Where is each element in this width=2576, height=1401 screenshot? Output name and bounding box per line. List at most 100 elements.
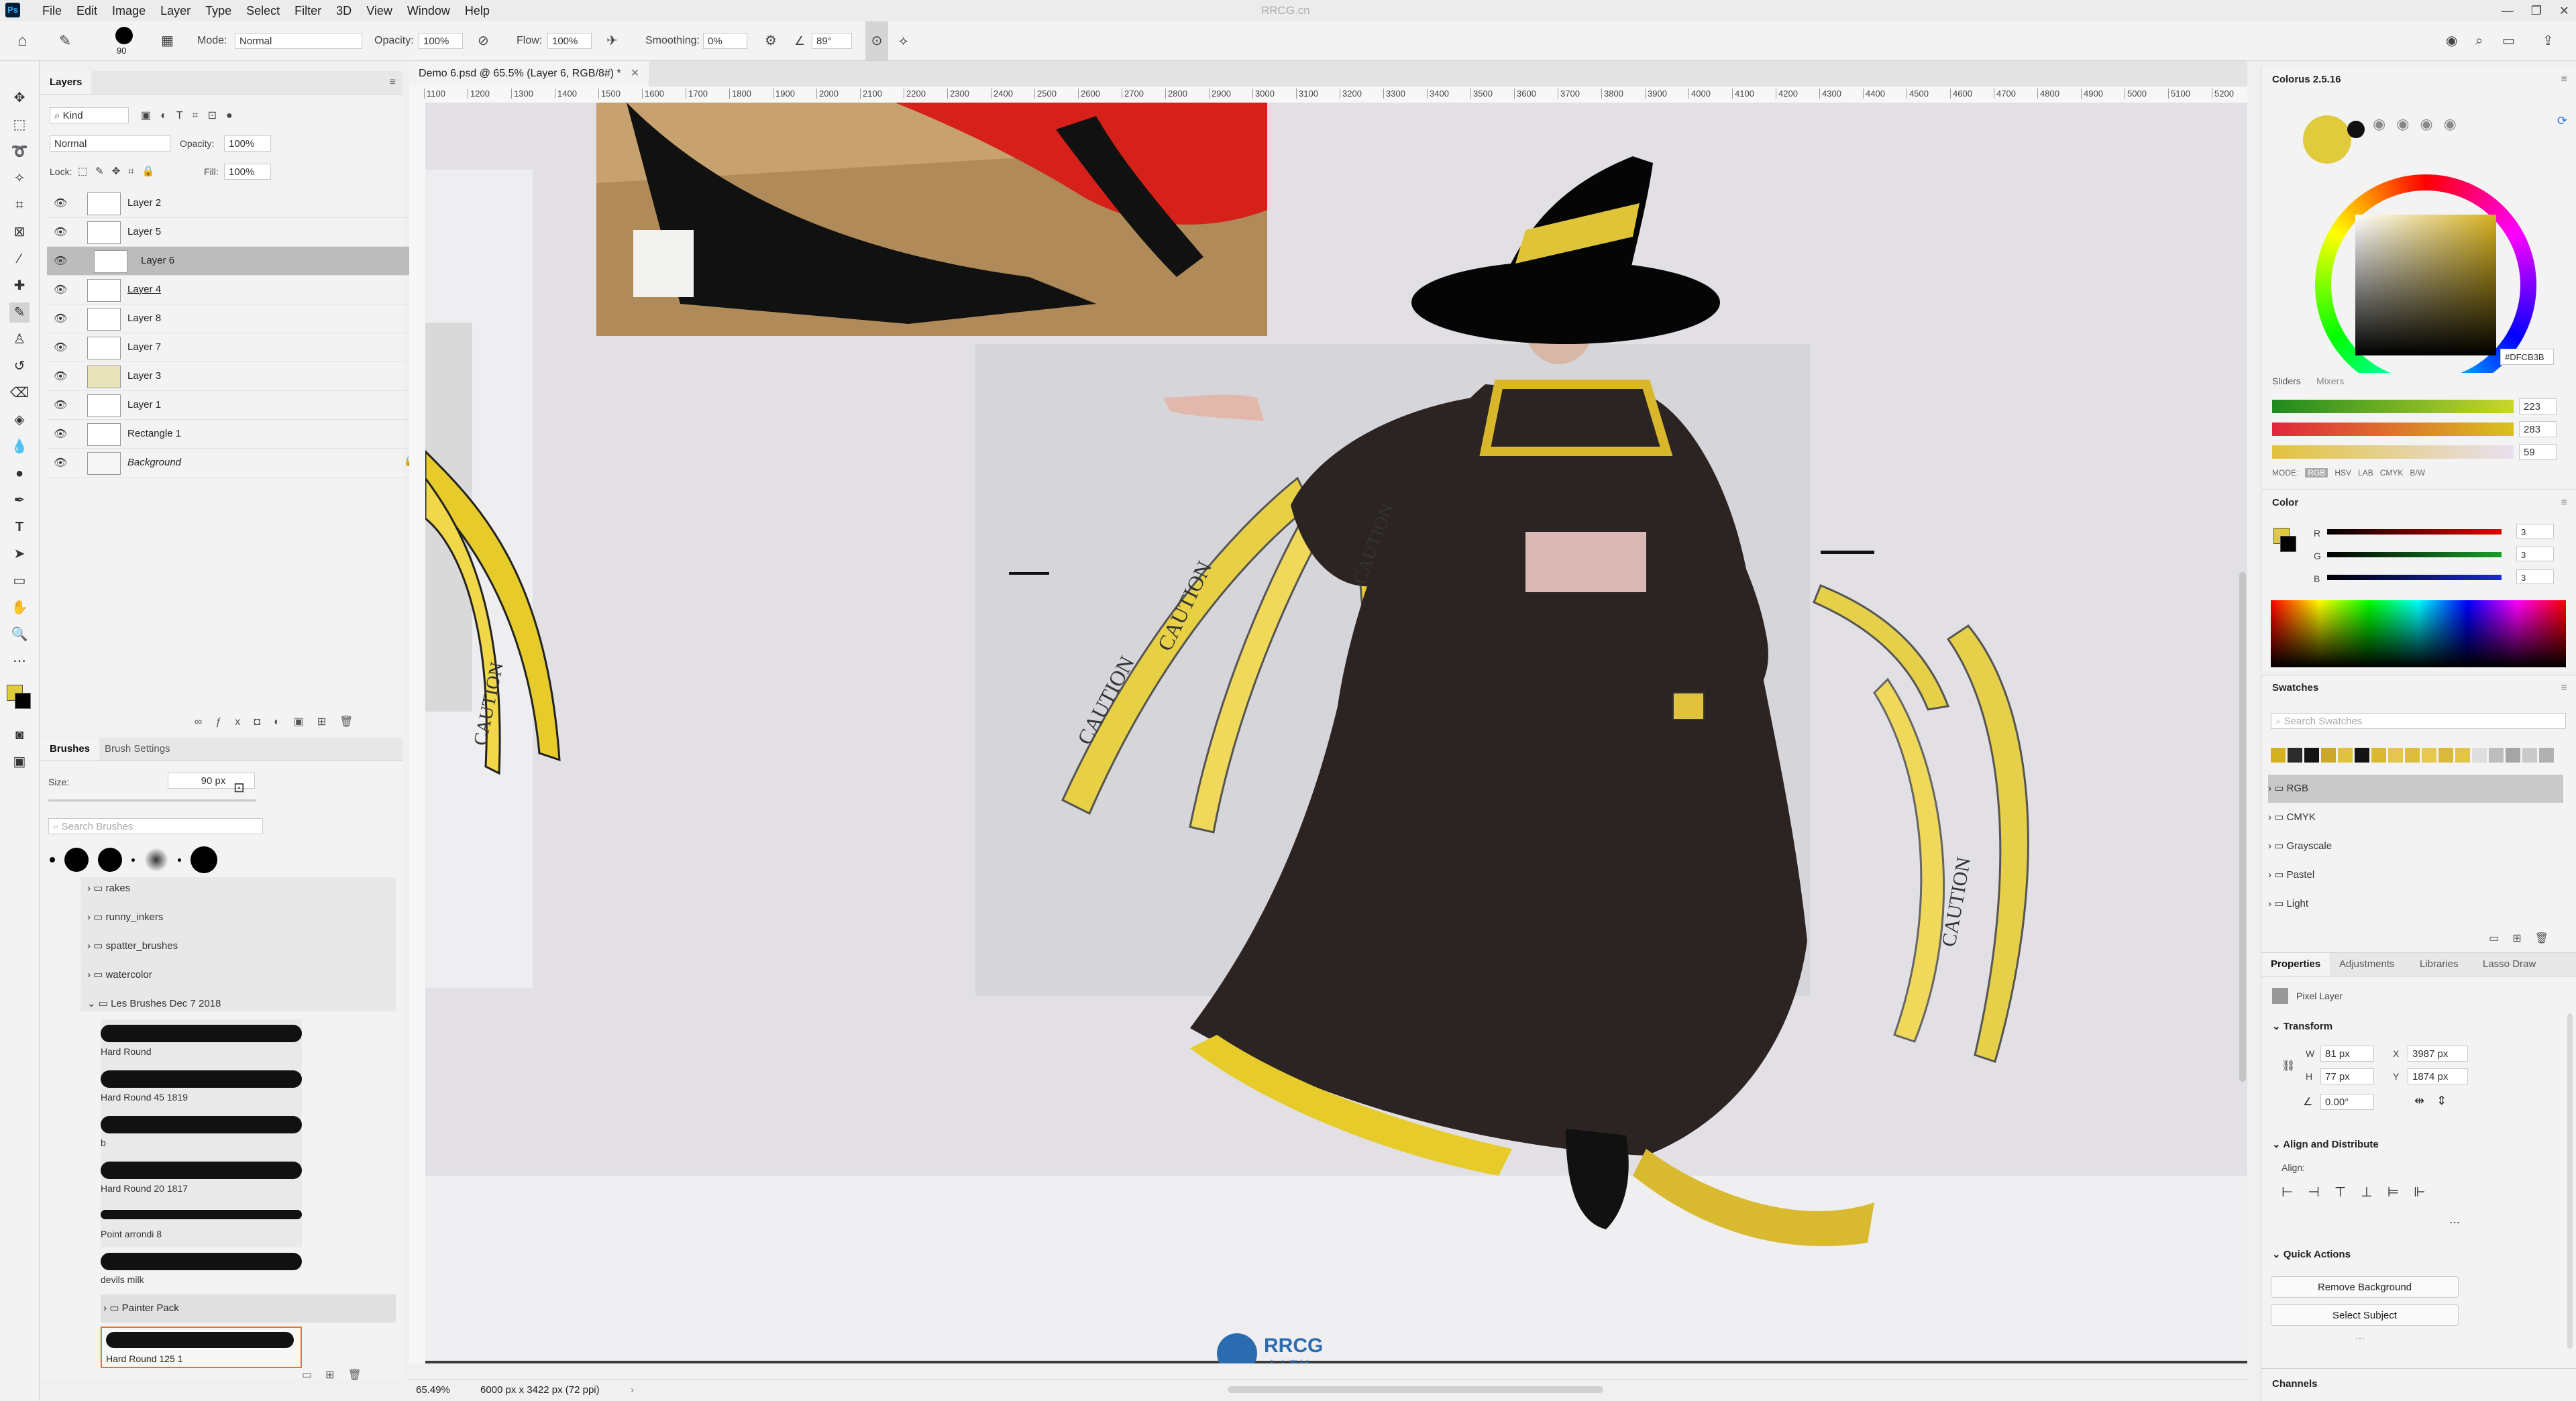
menu-3d[interactable]: 3D (329, 0, 359, 21)
properties-scrollbar[interactable] (2567, 1013, 2573, 1349)
healing-brush-icon[interactable]: ✚ (9, 276, 30, 296)
eye-icon[interactable]: 👁 (54, 456, 67, 469)
layer-row[interactable]: 👁 Layer 7 (47, 333, 426, 362)
brush-tip-icon[interactable] (144, 848, 168, 872)
panel-menu-icon[interactable]: ≡ (2561, 682, 2567, 694)
layer-row[interactable]: 👁 Layer 1 (47, 391, 426, 420)
brush-folder-open[interactable]: ⌄ ▭ Les Brushes Dec 7 2018 (87, 990, 423, 1018)
layer-filter-icons[interactable]: ▣◐T⌗⊡● (141, 109, 242, 122)
brush-tip-icon[interactable] (191, 846, 217, 873)
angle-input[interactable]: 0.00° (2320, 1094, 2374, 1110)
selected-brush[interactable]: Hard Round 125 1 (101, 1327, 302, 1368)
color-spectrum[interactable] (2271, 600, 2566, 667)
width-input[interactable]: 81 px (2320, 1046, 2374, 1062)
eye-icon[interactable]: 👁 (54, 341, 67, 354)
tab-lasso-draw[interactable]: Lasso Draw (2473, 953, 2545, 976)
path-select-icon[interactable]: ➤ (9, 544, 30, 564)
layer-opacity-input[interactable]: 100% (224, 135, 271, 152)
paint-bucket-icon[interactable]: ◈ (9, 410, 30, 430)
layer-row[interactable]: 👁 Rectangle 1 (47, 420, 426, 449)
color-swatch[interactable] (2422, 748, 2436, 763)
sync-icon[interactable]: ⟳ (2557, 114, 2567, 128)
secondary-color-swatch[interactable] (2347, 121, 2365, 138)
x-input[interactable]: 3987 px (2408, 1046, 2468, 1062)
eraser-icon[interactable]: ⌫ (9, 383, 30, 403)
magic-wand-icon[interactable]: ✧ (9, 168, 30, 188)
panel-menu-icon[interactable]: ≡ (2561, 497, 2567, 509)
brush-folder[interactable]: › ▭ spatter_brushes (87, 932, 423, 960)
link-icon[interactable]: ⛓ (2282, 1059, 2295, 1072)
filter-kind-select[interactable]: ⌕ Kind (50, 107, 129, 123)
crop-tool-icon[interactable]: ⌗ (9, 195, 30, 215)
color-swatch[interactable] (2271, 748, 2286, 763)
color-swatch[interactable] (2355, 748, 2369, 763)
eyedropper-icon[interactable]: ⁄ (9, 249, 30, 269)
tab-brush-settings[interactable]: Brush Settings (95, 738, 180, 761)
eye-icon[interactable]: 👁 (54, 312, 67, 325)
mode-select[interactable]: Normal (235, 33, 362, 49)
brush-stroke-preview[interactable] (101, 1025, 302, 1042)
tab-mixers[interactable]: Mixers (2316, 376, 2344, 386)
stamp-tool-icon[interactable]: ♙ (9, 329, 30, 349)
more-tools-icon[interactable]: ⋯ (9, 651, 30, 671)
new-brush-icon[interactable]: ⊡ (233, 779, 245, 796)
restore-icon[interactable]: ❐ (2531, 0, 2542, 21)
marquee-tool-icon[interactable]: ⬚ (9, 115, 30, 135)
rectangle-tool-icon[interactable]: ▭ (9, 571, 30, 591)
tab-layers[interactable]: Layers (40, 71, 92, 94)
close-icon[interactable]: ✕ (2559, 0, 2569, 21)
angle-input[interactable]: 89° (812, 33, 852, 49)
menu-view[interactable]: View (359, 0, 400, 21)
slider-3[interactable] (2272, 445, 2514, 459)
brush-tip-icon[interactable] (131, 858, 135, 862)
swatch-group[interactable]: › ▭ Light (2268, 890, 2576, 918)
brush-tip-icon[interactable] (178, 858, 181, 862)
more-actions-icon[interactable]: ⋯ (2355, 1333, 2365, 1344)
screen-mode-icon[interactable]: ▣ (9, 752, 30, 772)
brush-preview-icon[interactable] (115, 27, 133, 44)
brush-tool-icon[interactable]: ✎ (59, 21, 71, 60)
quick-mask-icon[interactable]: ◙ (9, 725, 30, 745)
brush-tool-icon[interactable]: ✎ (9, 302, 30, 323)
brush-stroke-preview[interactable] (101, 1253, 302, 1270)
y-input[interactable]: 1874 px (2408, 1068, 2468, 1084)
color-swatch[interactable] (2522, 748, 2537, 763)
eye-icon[interactable]: 👁 (54, 197, 67, 210)
flow-input[interactable]: 100% (547, 33, 592, 49)
brush-search-input[interactable]: ⌕ Search Brushes (48, 818, 263, 834)
lasso-tool-icon[interactable]: ➰ (9, 142, 30, 162)
mode-bw[interactable]: B/W (2410, 468, 2425, 478)
close-tab-icon[interactable]: ✕ (631, 68, 639, 79)
brush-stroke-preview[interactable] (101, 1116, 302, 1133)
color-swatch[interactable] (2338, 748, 2353, 763)
slider-2[interactable] (2272, 423, 2514, 436)
home-icon[interactable]: ⌂ (17, 21, 28, 60)
slider-2-value[interactable]: 283 (2519, 421, 2557, 437)
brush-stroke-preview[interactable] (101, 1070, 302, 1088)
mode-cmyk[interactable]: CMYK (2380, 468, 2404, 478)
layer-footer-icons[interactable]: ∞ƒx◘◐▣⊞🗑 (195, 715, 366, 728)
swatch-footer-icons[interactable]: ▭⊞🗑 (2489, 932, 2562, 945)
vertical-scrollbar[interactable] (2239, 572, 2246, 1082)
layer-row[interactable]: 👁 Layer 8 (47, 304, 426, 333)
color-swatch[interactable] (2438, 748, 2453, 763)
color-swatch[interactable] (2472, 748, 2487, 763)
color-swatch[interactable] (2489, 748, 2504, 763)
layer-row[interactable]: 👁 Layer 2 (47, 189, 426, 218)
channel-g-slider[interactable] (2327, 552, 2502, 557)
brush-subfolder[interactable]: › ▭ Painter Pack (101, 1294, 396, 1323)
color-swatch[interactable] (2388, 748, 2403, 763)
mode-rgb[interactable]: RGB (2305, 468, 2328, 478)
eye-icon[interactable]: 👁 (54, 398, 67, 412)
channel-b-value[interactable]: 3 (2516, 569, 2554, 584)
collapse-icon[interactable]: ⌄ (2272, 1021, 2284, 1032)
remove-background-button[interactable]: Remove Background (2271, 1276, 2459, 1298)
swatch-group[interactable]: › ▭ CMYK (2268, 803, 2576, 832)
eye-icon[interactable]: 👁 (54, 254, 67, 268)
tab-properties[interactable]: Properties (2261, 953, 2330, 976)
workspace-icon[interactable]: ▭ (2502, 21, 2515, 60)
document-canvas[interactable]: CAUTION CAUTION CAUTION CAUTION CAUTION … (425, 103, 2247, 1363)
mode-lab[interactable]: LAB (2358, 468, 2373, 478)
eye-icon[interactable]: 👁 (54, 370, 67, 383)
smoothing-input[interactable]: 0% (703, 33, 747, 49)
